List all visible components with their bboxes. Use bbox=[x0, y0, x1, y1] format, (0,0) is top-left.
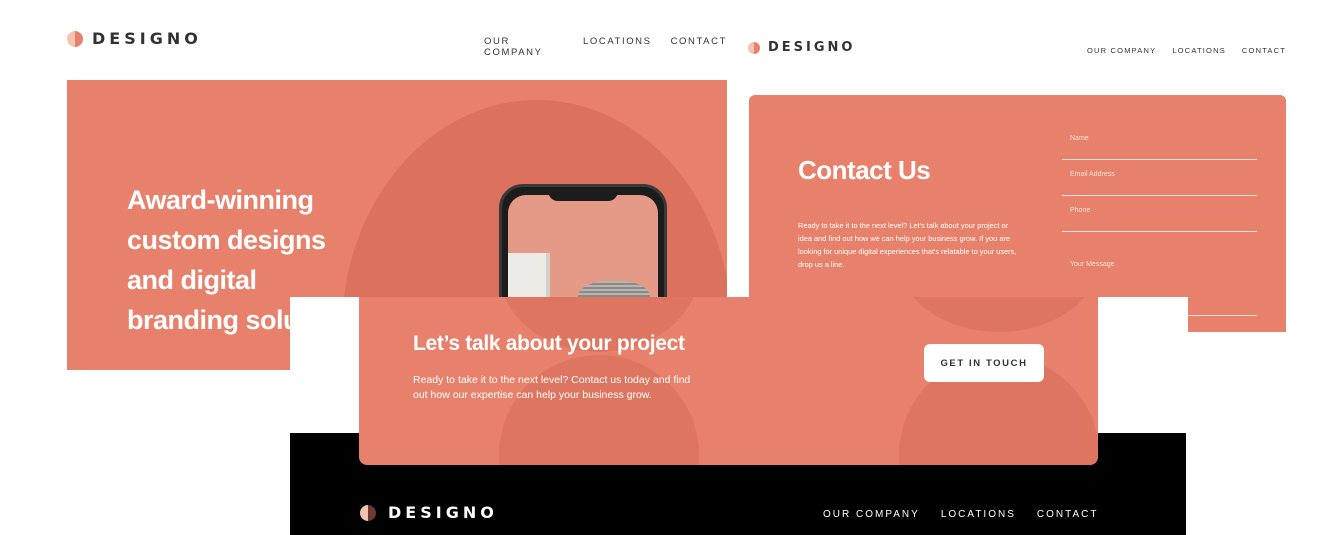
footer-nav: OUR COMPANY LOCATIONS CONTACT bbox=[823, 509, 1098, 520]
footer-nav-locations[interactable]: LOCATIONS bbox=[941, 509, 1016, 520]
email-placeholder: Email Address bbox=[1070, 171, 1115, 178]
top-nav: OUR COMPANY LOCATIONS CONTACT bbox=[1087, 46, 1286, 55]
contact-title: Contact Us bbox=[798, 155, 931, 185]
logo-text: DESIGNO bbox=[92, 29, 202, 48]
logo-text: DESIGNO bbox=[768, 40, 856, 55]
cta-footer-screenshot: Let’s talk about your project Ready to t… bbox=[290, 297, 1188, 535]
contact-page-screenshot: DESIGNO OUR COMPANY LOCATIONS CONTACT Co… bbox=[727, 0, 1325, 332]
email-field[interactable]: Email Address bbox=[1062, 160, 1257, 196]
logo-mark-icon bbox=[360, 504, 376, 521]
cta-description: Ready to take it to the next level? Cont… bbox=[413, 374, 691, 401]
name-placeholder: Name bbox=[1070, 135, 1089, 142]
footer-logo-text: DESIGNO bbox=[388, 503, 498, 522]
cta-title: Let’s talk about your project bbox=[413, 332, 685, 355]
phone-placeholder: Phone bbox=[1070, 207, 1091, 214]
footer-nav-our-company[interactable]: OUR COMPANY bbox=[823, 509, 920, 520]
nav-locations[interactable]: LOCATIONS bbox=[583, 36, 652, 58]
phone-field[interactable]: Phone bbox=[1062, 196, 1257, 232]
cta-background-circle bbox=[499, 355, 699, 465]
nav-locations[interactable]: LOCATIONS bbox=[1172, 46, 1226, 55]
nav-contact[interactable]: CONTACT bbox=[671, 36, 727, 58]
footer-logo[interactable]: DESIGNO bbox=[360, 503, 498, 522]
top-nav: OUR COMPANY LOCATIONS CONTACT bbox=[484, 36, 727, 58]
logo[interactable]: DESIGNO bbox=[748, 40, 855, 55]
logo[interactable]: DESIGNO bbox=[67, 29, 202, 48]
message-placeholder: Your Message bbox=[1070, 261, 1115, 268]
footer-nav-contact[interactable]: CONTACT bbox=[1037, 509, 1099, 520]
logo-mark-icon bbox=[748, 41, 760, 54]
nav-our-company[interactable]: OUR COMPANY bbox=[484, 36, 564, 58]
contact-description: Ready to take it to the next level? Let'… bbox=[798, 221, 1017, 269]
nav-contact[interactable]: CONTACT bbox=[1242, 46, 1286, 55]
nav-our-company[interactable]: OUR COMPANY bbox=[1087, 46, 1156, 55]
cta-card: Let’s talk about your project Ready to t… bbox=[359, 297, 1098, 465]
logo-mark-icon bbox=[67, 30, 83, 47]
phone-notch bbox=[548, 187, 618, 201]
cta-background-circle bbox=[899, 297, 1098, 332]
name-field[interactable]: Name bbox=[1062, 124, 1257, 160]
get-in-touch-button[interactable]: GET IN TOUCH bbox=[924, 344, 1044, 382]
